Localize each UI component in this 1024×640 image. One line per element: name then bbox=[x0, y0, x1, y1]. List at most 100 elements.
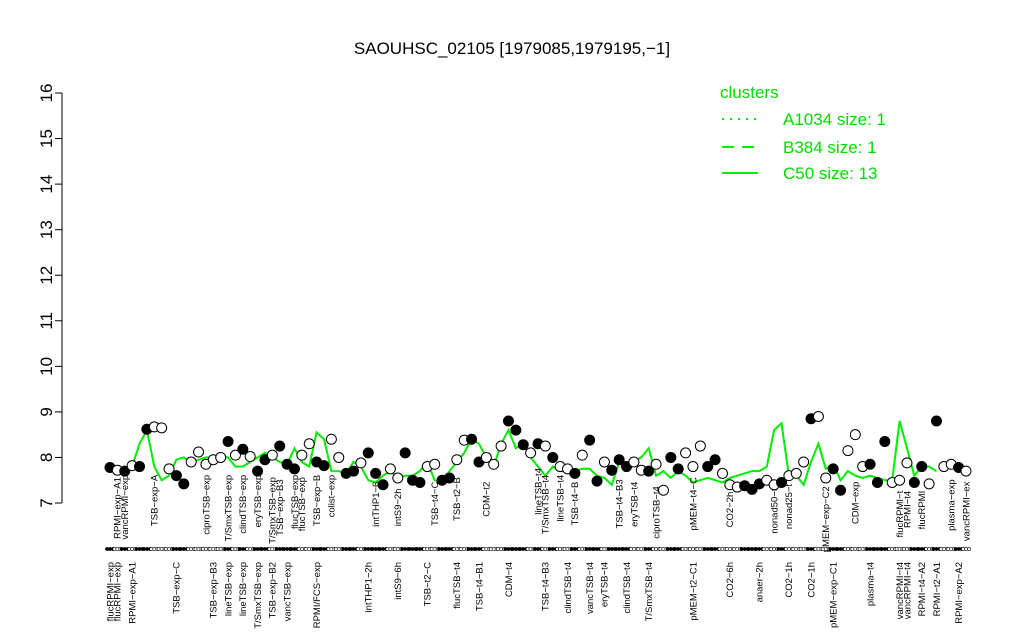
point-label: TSB−exp−A bbox=[150, 474, 161, 526]
point-label: eryTSB−exp bbox=[253, 475, 264, 528]
data-point bbox=[901, 457, 913, 469]
condition-label: RPMI−t2−A1 bbox=[932, 562, 943, 616]
data-point bbox=[325, 433, 337, 445]
point-label: lineTSB−t4 bbox=[555, 475, 566, 522]
data-point bbox=[318, 460, 330, 472]
condition-label: lineTSB−exp bbox=[223, 562, 234, 616]
point-label: vancRPMI−ex bbox=[961, 481, 972, 541]
data-point bbox=[178, 478, 190, 490]
data-point bbox=[222, 436, 234, 447]
legend-title: clusters bbox=[720, 83, 779, 102]
data-point bbox=[606, 464, 618, 476]
data-point bbox=[930, 415, 942, 427]
data-point bbox=[392, 472, 404, 484]
data-point bbox=[288, 463, 300, 475]
data-point bbox=[894, 474, 906, 486]
point-label: eryTSB−t4 bbox=[629, 482, 640, 527]
data-point bbox=[864, 458, 876, 470]
data-point bbox=[429, 458, 441, 470]
data-point bbox=[812, 410, 824, 422]
data-point bbox=[798, 456, 810, 468]
point-label: pMEM−t4−C bbox=[688, 477, 699, 530]
y-tick-label: 15 bbox=[37, 129, 56, 148]
y-axis: 7 8 9 10 11 12 13 14 15 16 bbox=[37, 84, 63, 508]
chart-title: SAOUHSC_02105 [1979085,1979195,−1] bbox=[354, 39, 670, 58]
data-point bbox=[333, 451, 345, 463]
condition-label: eryTSB−t4 bbox=[600, 562, 611, 607]
point-label: nonad25−t bbox=[784, 484, 795, 530]
data-point bbox=[517, 439, 529, 451]
point-label: intTHP1−6 bbox=[371, 482, 382, 527]
data-point bbox=[362, 447, 374, 459]
point-label: RPMI−t4 bbox=[902, 491, 913, 528]
data-point bbox=[598, 456, 610, 468]
data-point bbox=[960, 465, 972, 477]
point-label: pMEM−exp−C2 bbox=[821, 486, 832, 552]
data-point bbox=[134, 461, 146, 473]
condition-label: flucTSB−t4 bbox=[452, 562, 463, 609]
data-point bbox=[547, 451, 559, 463]
data-point bbox=[355, 457, 367, 469]
legend-entry-c50: C50 size: 13 bbox=[783, 164, 878, 183]
condition-label: vancRPMI−t4 bbox=[902, 562, 913, 619]
condition-label: clindTSB−t4 bbox=[563, 562, 574, 614]
data-point bbox=[576, 449, 588, 461]
data-point bbox=[303, 438, 315, 450]
y-tick-label: 12 bbox=[37, 266, 56, 285]
data-point bbox=[193, 446, 205, 458]
point-label: vancRPMI−exp bbox=[120, 475, 131, 540]
chart-canvas: SAOUHSC_02105 [1979085,1979195,−1] 7 8 9 10… bbox=[37, 39, 973, 629]
condition-label: clindTSB−t4 bbox=[622, 562, 633, 614]
condition-label: plasma−t4 bbox=[865, 562, 876, 606]
point-label: TSB−exp−B bbox=[312, 475, 323, 526]
point-label: intS9−2h bbox=[393, 489, 404, 527]
point-label: TSB−exp−B3 bbox=[275, 479, 286, 536]
condition-label: flucRPMI−exp bbox=[113, 562, 124, 621]
data-point bbox=[665, 451, 677, 463]
data-point bbox=[370, 467, 382, 479]
data-point bbox=[672, 463, 684, 475]
condition-label: intS9−6h bbox=[393, 562, 404, 600]
point-label: ciproTSB−t4 bbox=[651, 486, 662, 539]
condition-label: T/SmxTSB−exp bbox=[253, 562, 264, 629]
condition-label: TSB−t2−C bbox=[423, 562, 434, 606]
point-label: T/SmxTSB−exp bbox=[223, 475, 234, 542]
y-tick-label: 9 bbox=[37, 407, 56, 416]
condition-label: RPMI−exp−A2 bbox=[954, 562, 965, 624]
point-label: clindTSB−exp bbox=[238, 475, 249, 534]
point-label: CDM−exp bbox=[851, 482, 862, 524]
condition-label: TSB−exp−B2 bbox=[268, 562, 279, 619]
condition-rug-mark bbox=[967, 547, 971, 551]
point-label: flucRPMI bbox=[917, 491, 928, 530]
data-point bbox=[709, 454, 721, 466]
y-tick-label: 8 bbox=[37, 453, 56, 462]
legend-entry-b384: B384 size: 1 bbox=[783, 138, 877, 157]
data-point bbox=[414, 477, 426, 488]
data-point bbox=[871, 477, 883, 488]
data-point bbox=[502, 415, 514, 427]
point-label: nonad50−t bbox=[769, 488, 780, 534]
data-point bbox=[399, 447, 411, 459]
data-point bbox=[923, 478, 935, 490]
point-label: ciproTSB−exp bbox=[201, 475, 212, 535]
point-labels: RPMI−exp−A1vancRPMI−exp TSB−exp−A ciproTSB… bbox=[113, 468, 973, 552]
y-tick-label: 10 bbox=[37, 357, 56, 376]
y-tick-label: 14 bbox=[37, 175, 56, 194]
data-point bbox=[680, 447, 692, 459]
point-label: T/SmxTSB−t4 bbox=[541, 475, 552, 534]
data-point bbox=[650, 458, 662, 470]
data-point bbox=[244, 451, 256, 463]
data-point bbox=[170, 470, 182, 482]
data-point bbox=[384, 463, 396, 475]
point-label: TSB−t2−B bbox=[452, 477, 463, 521]
data-point bbox=[820, 472, 832, 484]
condition-label: TSB−t4−B3 bbox=[541, 562, 552, 611]
point-label: colist−exp bbox=[327, 475, 338, 518]
data-point bbox=[348, 465, 360, 477]
data-point bbox=[827, 463, 839, 475]
condition-label: vancTSB−t4 bbox=[585, 562, 596, 614]
condition-label: RPMI/FCS−exp bbox=[312, 562, 323, 628]
y-tick-label: 13 bbox=[37, 220, 56, 239]
data-point bbox=[916, 461, 928, 473]
condition-label: TSB−exp−C bbox=[172, 562, 183, 614]
